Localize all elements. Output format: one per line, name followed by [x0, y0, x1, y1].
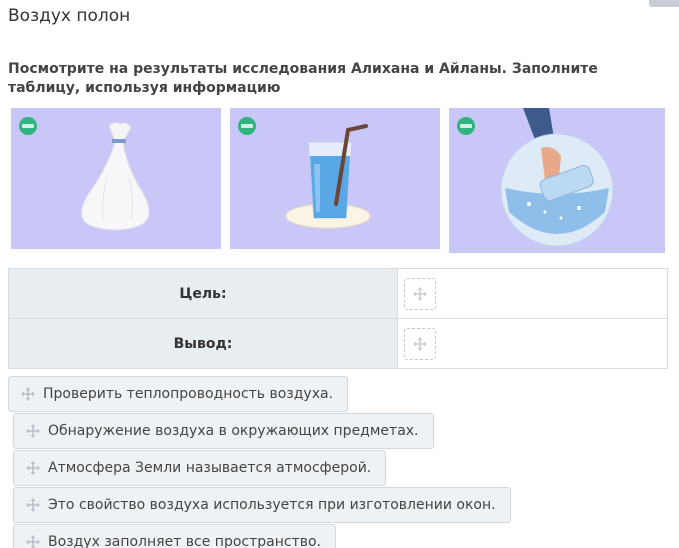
draggable-option[interactable]: Проверить теплопроводность воздуха. — [8, 376, 349, 412]
draggable-option[interactable]: Обнаружение воздуха в окружающих предмет… — [13, 413, 434, 449]
option-label: Обнаружение воздуха в окружающих предмет… — [48, 423, 419, 439]
glass-in-bowl-icon — [457, 108, 614, 247]
option-label: Это свойство воздуха используется при из… — [48, 497, 496, 513]
task-instruction: Посмотрите на результаты исследования Ал… — [8, 61, 598, 96]
corner-button[interactable] — [649, 0, 679, 7]
draggable-option[interactable]: Это свойство воздуха используется при из… — [13, 487, 511, 523]
image-plastic-bag — [11, 108, 221, 249]
move-icon — [21, 387, 35, 401]
option-label: Атмосфера Земли называется атмосферой. — [48, 460, 372, 476]
move-icon — [413, 286, 427, 301]
image-glass-with-straw — [230, 108, 440, 249]
move-icon — [26, 498, 40, 512]
draggable-option[interactable]: Атмосфера Земли называется атмосферой. — [13, 450, 387, 486]
answer-table: Цель: Вывод: — [8, 268, 668, 369]
option-label: Воздух заполняет все пространство. — [48, 534, 322, 548]
table-row-goal: Цель: — [8, 268, 668, 319]
conclusion-dropzone[interactable] — [404, 327, 436, 360]
conclusion-label: Вывод: — [8, 318, 398, 369]
table-row-conclusion: Вывод: — [8, 318, 668, 369]
move-icon — [26, 424, 40, 438]
conclusion-slot — [397, 318, 668, 369]
move-icon — [413, 336, 427, 351]
plastic-bag-icon — [19, 117, 150, 231]
goal-slot — [397, 268, 668, 319]
option-label: Проверить теплопроводность воздуха. — [43, 386, 334, 402]
move-icon — [26, 461, 40, 475]
image-glass-in-bowl — [449, 108, 665, 253]
goal-dropzone[interactable] — [404, 277, 436, 310]
goal-label: Цель: — [8, 268, 398, 319]
draggable-option[interactable]: Воздух заполняет все пространство. — [13, 524, 337, 548]
glass-with-straw-icon — [238, 117, 371, 229]
page-title: Воздух полон — [8, 6, 131, 26]
move-icon — [26, 535, 40, 548]
